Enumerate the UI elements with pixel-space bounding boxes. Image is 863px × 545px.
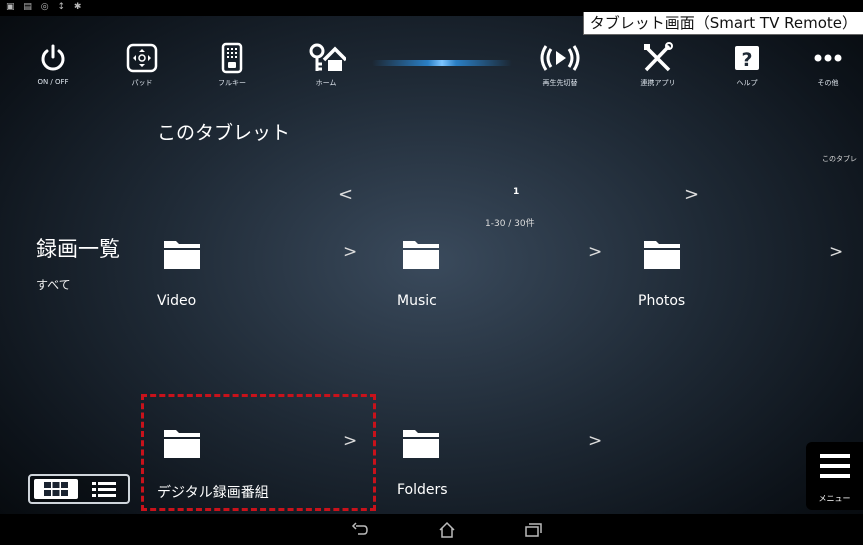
- chevron-right-icon: >: [588, 242, 603, 262]
- play-switch-icon: [540, 45, 580, 71]
- dpad-icon: [126, 43, 158, 73]
- page-number: 1: [513, 187, 520, 197]
- toolbar-label: パッド: [131, 79, 153, 87]
- screen-caption: タブレット画面（Smart TV Remote）: [582, 12, 863, 35]
- power-icon: [41, 44, 65, 71]
- toolbar-label: ホーム: [315, 79, 337, 87]
- folder-icon: [644, 241, 680, 269]
- home-nav-icon[interactable]: [437, 520, 457, 540]
- list-icon: [92, 482, 116, 497]
- filter-all[interactable]: すべて: [36, 276, 71, 293]
- device-title: このタブレット: [157, 122, 291, 144]
- folder-icon: [164, 241, 200, 269]
- toolbar-label: 再生先切替: [542, 79, 578, 87]
- folder-name: Video: [157, 293, 197, 309]
- next-device-label[interactable]: このタブレ: [822, 154, 857, 164]
- folder-tile-folders[interactable]: > Folders: [397, 427, 622, 507]
- folder-icon: [403, 430, 439, 458]
- folder-name: Music: [397, 293, 437, 309]
- item-range: 1-30 / 30件: [485, 219, 535, 229]
- toolbar-label: フルキー: [218, 79, 246, 87]
- menu-button[interactable]: メニュー: [806, 442, 863, 510]
- toolbar-glow-divider: [372, 60, 512, 66]
- tools-icon: [644, 42, 673, 72]
- toolbar-label: ON / OFF: [37, 78, 69, 86]
- system-nav-bar: [0, 514, 863, 545]
- more-icon: [814, 54, 842, 62]
- next-page-button[interactable]: >: [684, 184, 699, 205]
- toolbar-fullkey-button[interactable]: フルキー: [197, 40, 267, 88]
- svg-text:?: ?: [741, 49, 752, 71]
- toolbar-play-switch-button[interactable]: 再生先切替: [525, 40, 595, 88]
- hamburger-icon: [819, 454, 850, 478]
- toolbar-label: その他: [817, 79, 839, 87]
- toolbar-more-button[interactable]: その他: [793, 40, 863, 88]
- folder-tile-photos[interactable]: > Photos: [638, 238, 863, 318]
- toolbar-linked-apps-button[interactable]: 連携アプリ: [623, 40, 693, 88]
- chevron-right-icon: >: [829, 242, 844, 262]
- recordings-title: 録画一覧: [36, 237, 120, 261]
- help-icon: ?: [735, 46, 759, 71]
- remote-icon: [221, 42, 243, 74]
- highlight-box: [141, 394, 376, 511]
- toolbar-help-button[interactable]: ? ヘルプ: [712, 40, 782, 88]
- toolbar: ON / OFF パッド フルキー ホーム 再生先切替 連携アプリ ? ヘルプ …: [0, 36, 863, 96]
- prev-page-button[interactable]: <: [338, 184, 353, 205]
- menu-label: メニュー: [818, 494, 851, 503]
- list-view-button[interactable]: [82, 479, 126, 499]
- folder-icon: [403, 241, 439, 269]
- grid-icon: [44, 482, 68, 496]
- folder-name: Photos: [638, 293, 686, 309]
- view-toggle: [28, 474, 130, 504]
- folder-name: Folders: [397, 482, 448, 498]
- toolbar-home-button[interactable]: ホーム: [291, 40, 361, 88]
- app-screen: ▣ ▤ ◎ ↕ ✱ タブレット画面（Smart TV Remote） ON / …: [0, 0, 863, 545]
- folder-tile-music[interactable]: > Music: [397, 238, 622, 318]
- chevron-right-icon: >: [588, 431, 603, 451]
- toolbar-pad-button[interactable]: パッド: [107, 40, 177, 88]
- recent-apps-icon[interactable]: [523, 520, 543, 540]
- home-icon: [309, 43, 346, 71]
- folder-tile-video[interactable]: > Video: [157, 238, 383, 318]
- chevron-right-icon: >: [343, 242, 358, 262]
- grid-view-button[interactable]: [34, 479, 78, 499]
- toolbar-label: 連携アプリ: [640, 79, 676, 87]
- toolbar-label: ヘルプ: [736, 79, 758, 87]
- status-icons: ▣ ▤ ◎ ↕ ✱: [6, 2, 85, 12]
- toolbar-power-button[interactable]: ON / OFF: [18, 40, 88, 86]
- back-icon[interactable]: [350, 520, 370, 540]
